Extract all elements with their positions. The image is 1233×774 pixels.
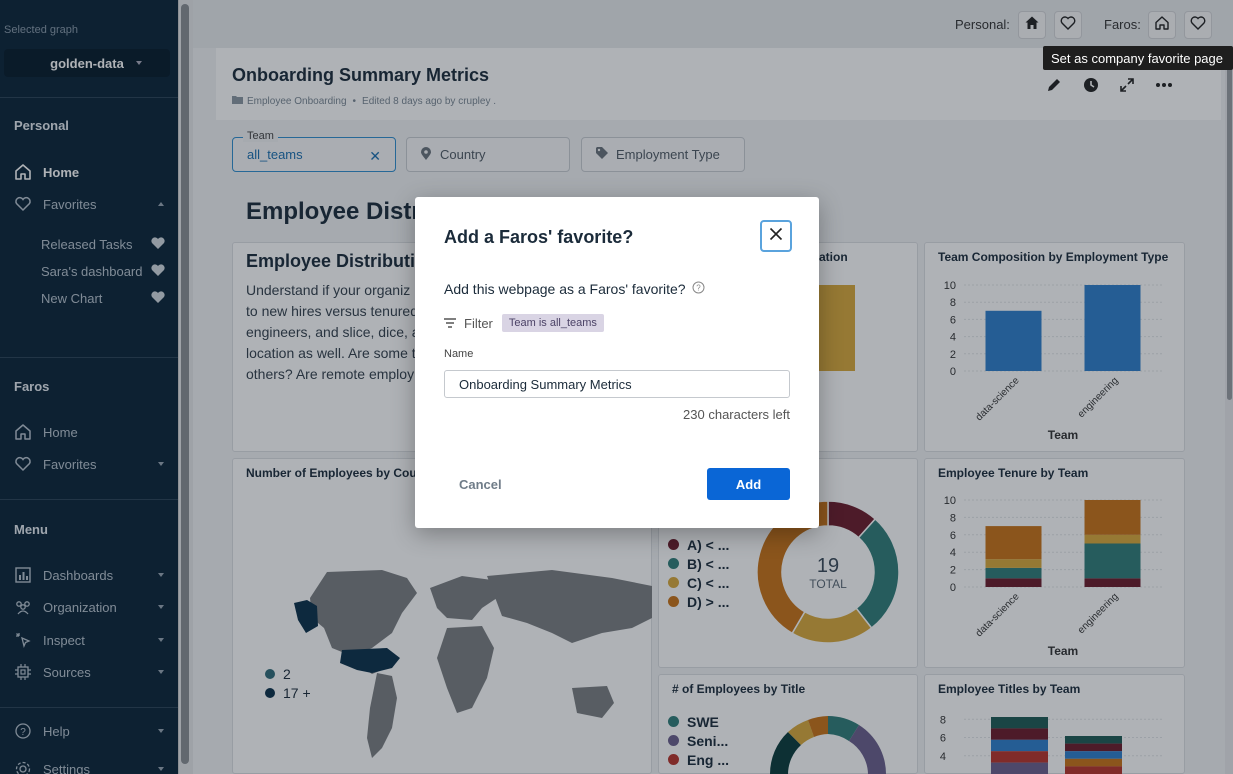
tooltip: Set as company favorite page [1043, 46, 1233, 70]
close-icon [769, 227, 783, 246]
svg-text:?: ? [696, 284, 701, 293]
filter-tag: Team is all_teams [501, 314, 604, 332]
name-field-label: Name [444, 348, 474, 360]
dialog-title: Add a Faros' favorite? [444, 227, 634, 247]
filter-icon [444, 316, 456, 331]
filter-label: Filter [464, 315, 493, 331]
dialog-question-text: Add this webpage as a Faros' favorite? [444, 281, 686, 297]
dialog-question: Add this webpage as a Faros' favorite? ? [444, 281, 705, 297]
add-favorite-dialog: Add a Faros' favorite? Add this webpage … [415, 197, 819, 528]
characters-left: 230 characters left [683, 407, 790, 422]
add-button[interactable]: Add [707, 468, 790, 500]
close-button[interactable] [760, 220, 792, 252]
favorite-name-input[interactable] [444, 370, 790, 398]
help-icon[interactable]: ? [692, 281, 705, 297]
dialog-filter: Filter Team is all_teams [444, 314, 604, 332]
cancel-button[interactable]: Cancel [444, 468, 514, 500]
